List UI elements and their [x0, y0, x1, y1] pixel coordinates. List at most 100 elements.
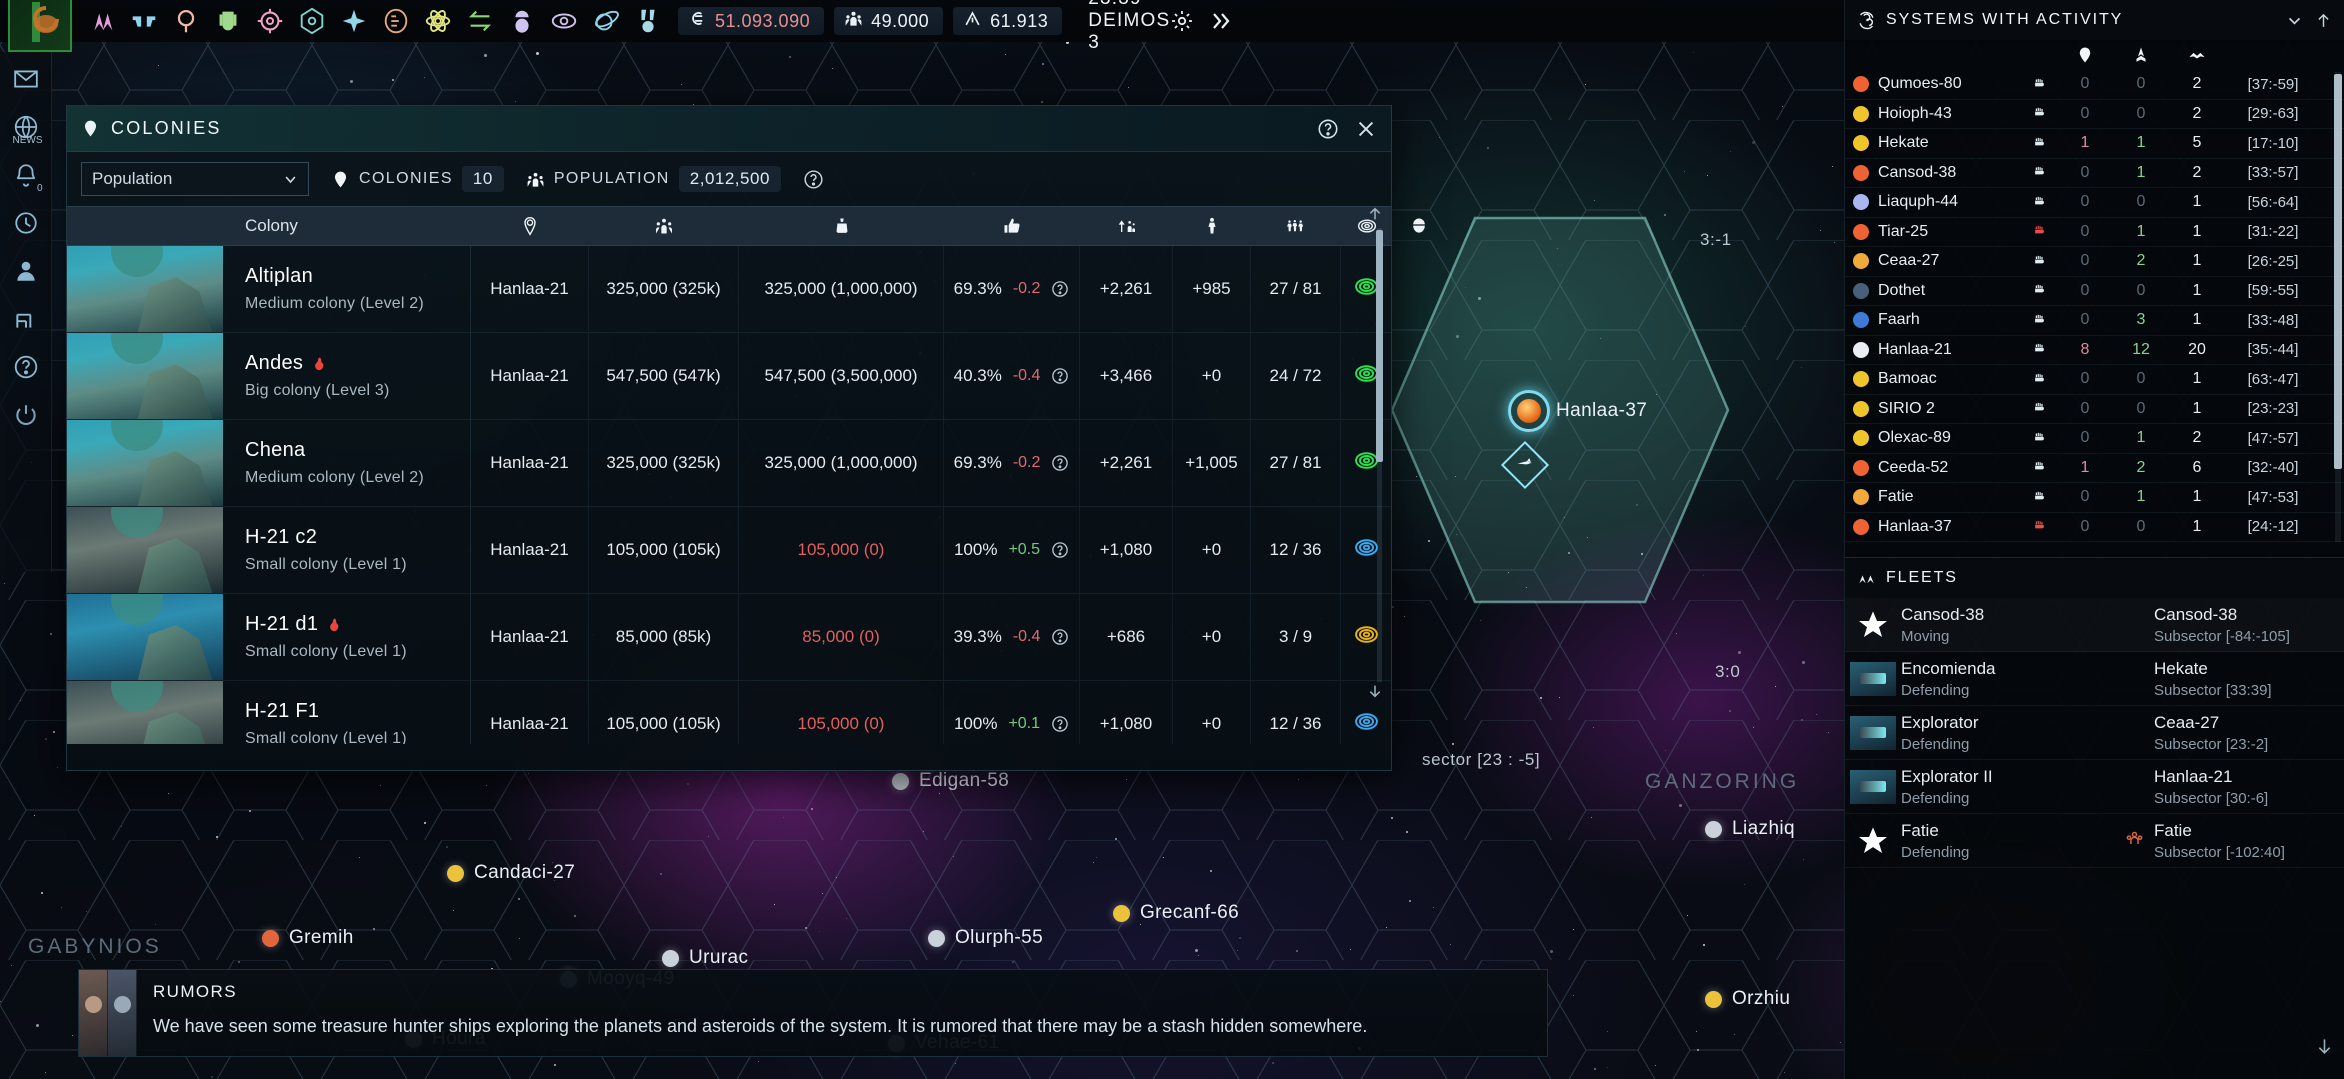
column-header-colonies[interactable] [2057, 46, 2113, 64]
system-name-cell[interactable]: Tiar-25 [1845, 223, 2021, 241]
sort-select[interactable]: Population [81, 162, 309, 196]
list-item[interactable]: Cansod-38 Moving Cansod-38 Subsector [-8… [1845, 598, 2344, 652]
table-row[interactable]: H-21 F1 Small colony (Level 1) Hanlaa-21… [67, 681, 1391, 744]
map-object[interactable]: Edigan-58 [892, 770, 1009, 792]
technology-icon[interactable] [292, 1, 332, 41]
list-item[interactable]: Ceeda-52 1 2 6 [32:-40] [1845, 454, 2344, 483]
colony-name-cell[interactable]: Andes Big colony (Level 3) [67, 333, 471, 419]
system-name-cell[interactable]: Olexac-89 [1845, 429, 2021, 447]
faction-emblem[interactable] [8, 0, 72, 52]
colonies-icon[interactable] [166, 1, 206, 41]
colony-name-cell[interactable]: H-21 d1 Small colony (Level 1) [67, 594, 471, 680]
scouts-icon[interactable] [124, 1, 164, 41]
map-object[interactable]: Gremih [262, 927, 354, 949]
map-object[interactable]: Grecanf-66 [1113, 902, 1239, 924]
colony-name-cell[interactable]: H-21 c2 Small colony (Level 1) [67, 507, 471, 593]
approval-info-icon[interactable] [1051, 715, 1069, 733]
table-row[interactable]: Altiplan Medium colony (Level 2) Hanlaa-… [67, 246, 1391, 333]
filter-help-icon[interactable] [803, 169, 824, 190]
map-object[interactable]: Ururac [662, 947, 748, 969]
help-icon[interactable] [9, 350, 43, 384]
list-item[interactable]: Tiar-25 0 1 1 [31:-22] [1845, 218, 2344, 247]
system-name-cell[interactable]: Hanlaa-21 [1845, 341, 2021, 359]
table-row[interactable]: Chena Medium colony (Level 2) Hanlaa-21 … [67, 420, 1391, 507]
approval-info-icon[interactable] [1051, 367, 1069, 385]
arrow-up-icon[interactable] [2315, 12, 2332, 29]
gear-icon[interactable] [1170, 9, 1194, 33]
targets-icon[interactable] [250, 1, 290, 41]
map-object[interactable]: Olurph-55 [928, 927, 1043, 949]
column-header-approval[interactable] [944, 216, 1080, 236]
column-header-capacity[interactable] [739, 216, 944, 236]
map-object[interactable]: Candaci-27 [447, 862, 575, 884]
list-item[interactable]: Hoioph-43 0 0 2 [29:-63] [1845, 100, 2344, 129]
list-item[interactable]: Hanlaa-37 0 0 1 [24:-12] [1845, 513, 2344, 542]
chevron-down-icon[interactable] [2286, 12, 2303, 29]
arrow-down-icon[interactable] [2315, 1037, 2334, 1061]
column-header-units[interactable] [1251, 216, 1341, 236]
colonies-table-body[interactable]: Altiplan Medium colony (Level 2) Hanlaa-… [67, 246, 1391, 744]
fleets-list[interactable]: Cansod-38 Moving Cansod-38 Subsector [-8… [1845, 598, 2344, 868]
double-chevron-right-icon[interactable] [1208, 9, 1232, 33]
list-item[interactable]: Fatie 0 1 1 [47:-53] [1845, 483, 2344, 513]
system-name-cell[interactable]: Dothet [1845, 282, 2021, 300]
approval-info-icon[interactable] [1051, 541, 1069, 559]
list-item[interactable]: SIRIO 2 0 0 1 [23:-23] [1845, 395, 2344, 424]
research-icon[interactable] [418, 1, 458, 41]
system-name-cell[interactable]: Hekate [1845, 134, 2021, 152]
system-name-cell[interactable]: Ceeda-52 [1845, 459, 2021, 477]
system-name-cell[interactable]: Bamoac [1845, 370, 2021, 388]
ship-design-icon[interactable] [334, 1, 374, 41]
colony-name-cell[interactable]: Altiplan Medium colony (Level 2) [67, 246, 471, 332]
table-row[interactable]: Andes Big colony (Level 3) Hanlaa-21 547… [67, 333, 1391, 420]
fleets-icon[interactable] [82, 1, 122, 41]
list-item[interactable]: Ceaa-27 0 2 1 [26:-25] [1845, 247, 2344, 277]
system-name-cell[interactable]: Hanlaa-37 [1845, 518, 2021, 536]
column-header-governor[interactable] [1393, 216, 1445, 236]
table-row[interactable]: H-21 d1 Small colony (Level 1) Hanlaa-21… [67, 594, 1391, 681]
galaxy-icon[interactable] [586, 1, 626, 41]
rumors-panel[interactable]: RUMORS We have seen some treasure hunter… [78, 969, 1548, 1057]
history-icon[interactable] [9, 206, 43, 240]
colony-name-cell[interactable]: H-21 F1 Small colony (Level 1) [67, 681, 471, 744]
system-name-cell[interactable]: Fatie [1845, 488, 2021, 506]
system-name-cell[interactable]: Faarh [1845, 311, 2021, 329]
system-name-cell[interactable]: Hoioph-43 [1845, 105, 2021, 123]
list-item[interactable]: Cansod-38 0 1 2 [33:-57] [1845, 159, 2344, 188]
list-item[interactable]: Liaquph-44 0 0 1 [56:-64] [1845, 188, 2344, 218]
colonies-window[interactable]: COLONIES Population COLONIES 10 POPULATI… [66, 105, 1425, 771]
column-header-migration[interactable] [1173, 216, 1251, 236]
advisor-icon[interactable] [9, 254, 43, 288]
troops-icon[interactable] [208, 1, 248, 41]
system-name-cell[interactable]: Liaquph-44 [1845, 193, 2021, 211]
table-row[interactable]: H-21 c2 Small colony (Level 1) Hanlaa-21… [67, 507, 1391, 594]
messages-icon[interactable] [9, 62, 43, 96]
system-name-cell[interactable]: Qumoes-80 [1845, 75, 2021, 93]
map-object[interactable]: Liazhiq [1705, 818, 1795, 840]
list-item[interactable]: Olexac-89 0 1 2 [47:-57] [1845, 424, 2344, 454]
column-header-growth[interactable] [1080, 216, 1173, 236]
list-item[interactable]: Explorator II Defending Hanlaa-21 Subsec… [1845, 760, 2344, 814]
map-object[interactable]: Orzhiu [1705, 988, 1790, 1010]
scroll-up-arrow-icon[interactable] [1367, 206, 1383, 227]
column-header-system[interactable] [471, 216, 589, 236]
list-item[interactable]: Encomienda Defending Hekate Subsector [3… [1845, 652, 2344, 706]
leaders-icon[interactable] [502, 1, 542, 41]
column-header-population[interactable] [589, 216, 739, 236]
list-item[interactable]: Hekate 1 1 5 [17:-10] [1845, 129, 2344, 159]
list-item[interactable]: Hanlaa-21 8 12 20 [35:-44] [1845, 336, 2344, 365]
medals-icon[interactable] [628, 1, 668, 41]
list-item[interactable]: Dothet 0 0 1 [59:-55] [1845, 277, 2344, 306]
colony-name-cell[interactable]: Chena Medium colony (Level 2) [67, 420, 471, 506]
selected-system-marker[interactable] [1508, 390, 1550, 432]
system-name-cell[interactable]: SIRIO 2 [1845, 400, 2021, 418]
systems-scroll-thumb[interactable] [2334, 74, 2342, 469]
column-header-fleets[interactable] [2113, 46, 2169, 64]
question-circle-icon[interactable] [1317, 118, 1339, 140]
systems-list[interactable]: Qumoes-80 0 0 2 [37:-59] Hoioph-43 0 0 2… [1845, 70, 2344, 557]
intel-icon[interactable] [544, 1, 584, 41]
stats-icon[interactable] [9, 302, 43, 336]
trade-icon[interactable] [460, 1, 500, 41]
system-name-cell[interactable]: Ceaa-27 [1845, 252, 2021, 270]
approval-info-icon[interactable] [1051, 454, 1069, 472]
